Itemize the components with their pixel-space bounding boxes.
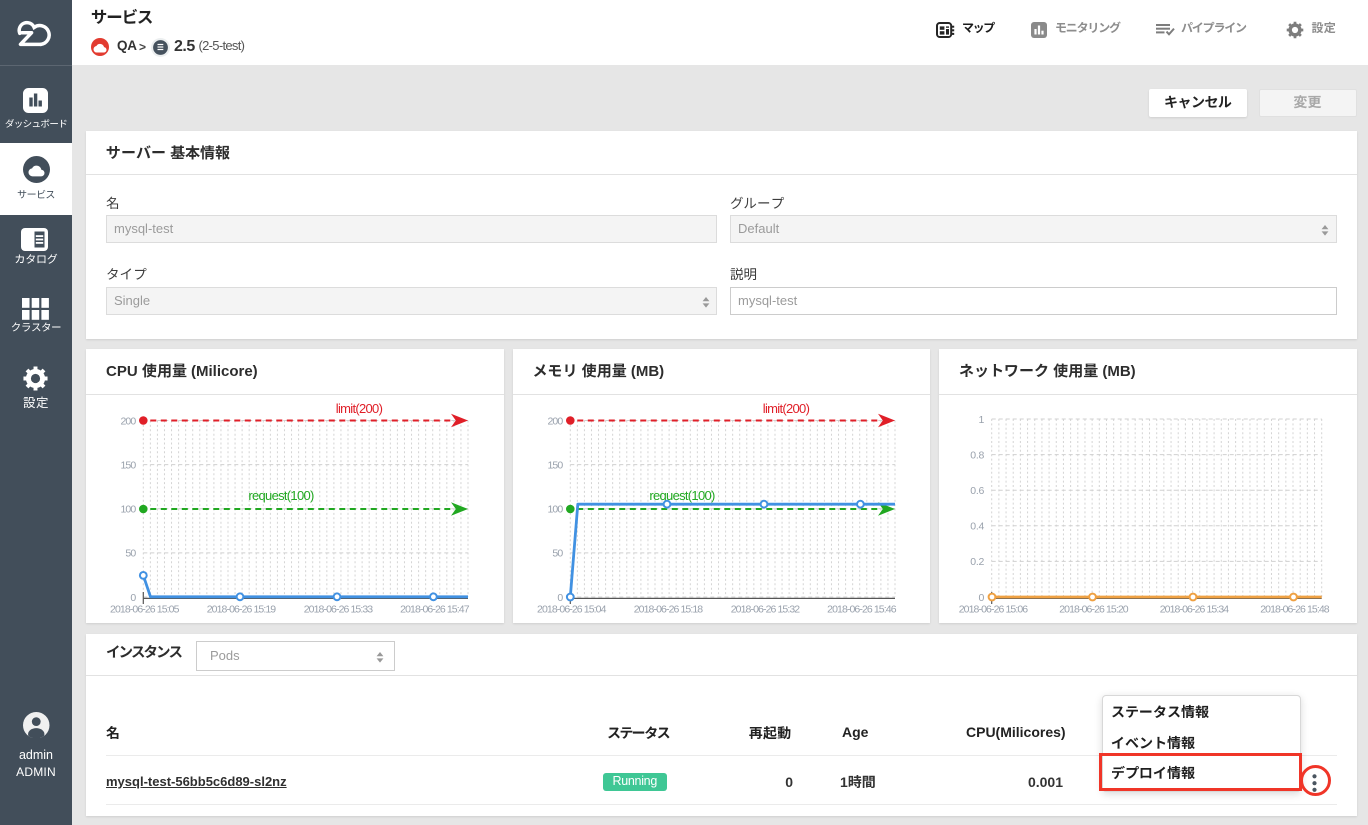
svg-text:2018-06-26 15:46: 2018-06-26 15:46 bbox=[827, 604, 897, 616]
svg-text:2018-06-26 15:48: 2018-06-26 15:48 bbox=[1260, 604, 1330, 616]
svg-text:100: 100 bbox=[120, 504, 136, 516]
svg-text:2018-06-26 15:04: 2018-06-26 15:04 bbox=[537, 604, 607, 616]
svg-text:limit(200): limit(200) bbox=[336, 401, 383, 416]
svg-text:1: 1 bbox=[978, 414, 984, 426]
svg-text:0: 0 bbox=[978, 592, 984, 604]
svg-text:2018-06-26 15:33: 2018-06-26 15:33 bbox=[304, 604, 374, 616]
svg-text:0.8: 0.8 bbox=[970, 449, 984, 461]
svg-text:2018-06-26 15:32: 2018-06-26 15:32 bbox=[730, 604, 800, 616]
svg-text:0.6: 0.6 bbox=[970, 485, 984, 497]
svg-text:limit(200): limit(200) bbox=[762, 401, 809, 416]
svg-text:150: 150 bbox=[547, 459, 563, 471]
svg-text:0: 0 bbox=[557, 592, 563, 604]
svg-text:100: 100 bbox=[547, 504, 563, 516]
svg-text:2018-06-26 15:34: 2018-06-26 15:34 bbox=[1160, 604, 1230, 616]
svg-text:request(100): request(100) bbox=[248, 488, 314, 503]
svg-text:200: 200 bbox=[120, 415, 136, 427]
svg-text:50: 50 bbox=[125, 548, 136, 560]
svg-text:200: 200 bbox=[547, 415, 563, 427]
svg-text:2018-06-26 15:47: 2018-06-26 15:47 bbox=[400, 604, 470, 616]
svg-text:2018-06-26 15:18: 2018-06-26 15:18 bbox=[633, 604, 703, 616]
svg-text:2018-06-26 15:19: 2018-06-26 15:19 bbox=[207, 604, 277, 616]
svg-text:50: 50 bbox=[552, 548, 563, 560]
svg-text:0: 0 bbox=[130, 592, 136, 604]
svg-text:2018-06-26 15:05: 2018-06-26 15:05 bbox=[110, 604, 180, 616]
svg-text:2018-06-26 15:20: 2018-06-26 15:20 bbox=[1059, 604, 1129, 616]
svg-text:0.2: 0.2 bbox=[970, 556, 984, 568]
svg-text:150: 150 bbox=[120, 459, 136, 471]
svg-text:0.4: 0.4 bbox=[970, 521, 984, 533]
svg-text:2018-06-26 15:06: 2018-06-26 15:06 bbox=[959, 604, 1029, 616]
svg-text:request(100): request(100) bbox=[649, 488, 715, 503]
